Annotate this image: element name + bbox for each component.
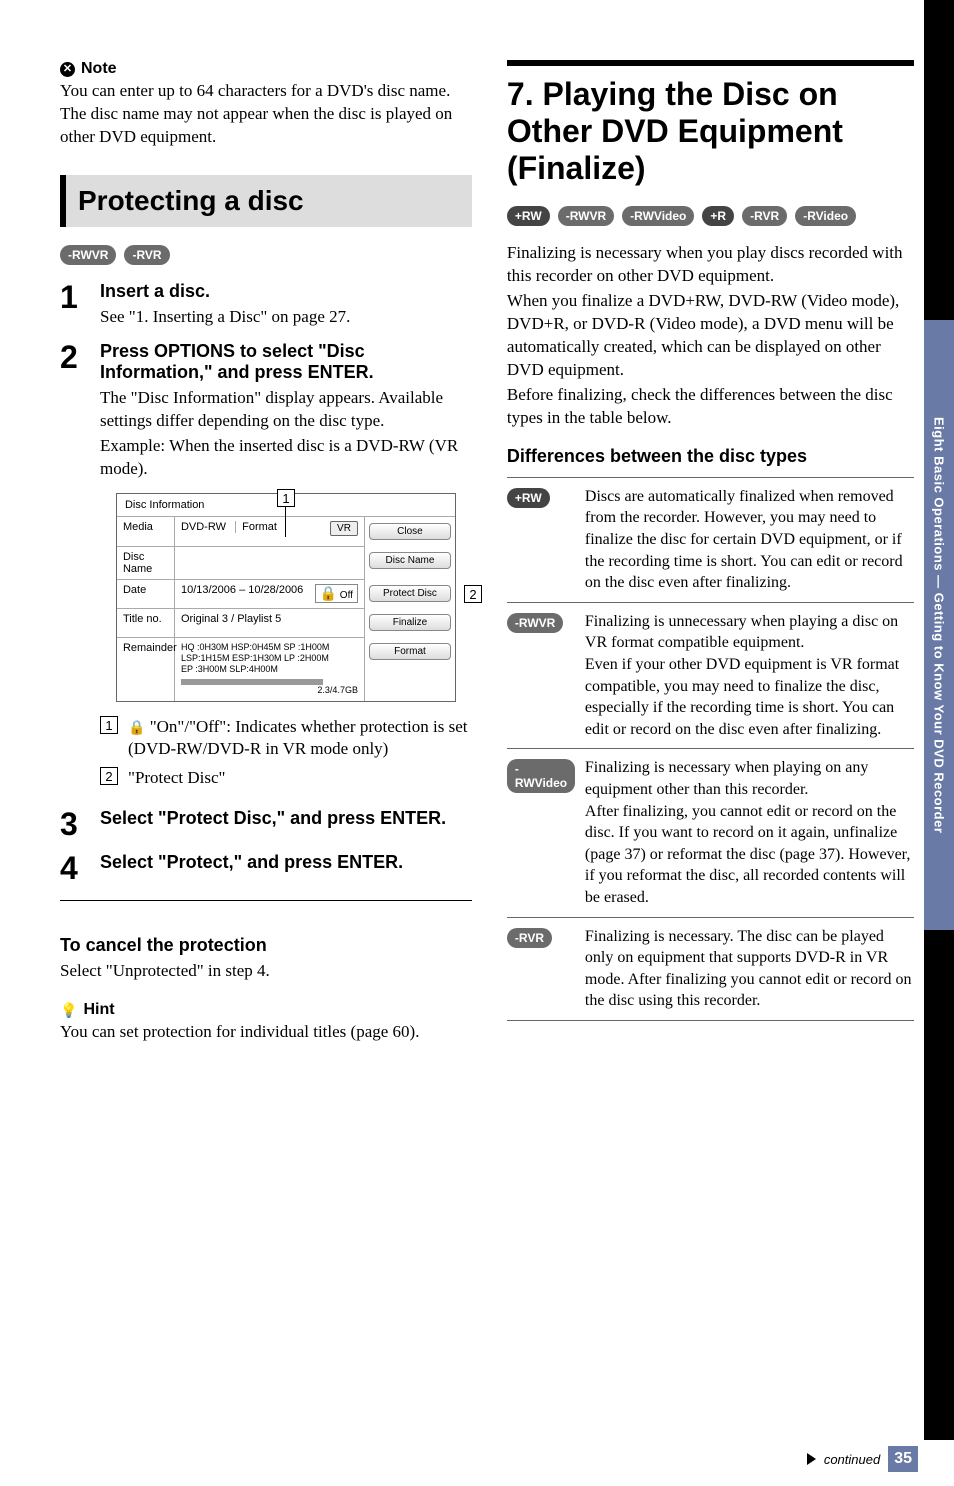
lock-icon: 🔒 (320, 585, 337, 602)
btn-discname[interactable]: Disc Name (369, 552, 451, 569)
btn-format[interactable]: Format (369, 643, 451, 660)
legend-2-text: "Protect Disc" (128, 767, 225, 790)
legend-1-box: 1 (100, 716, 118, 734)
right-para2: When you finalize a DVD+RW, DVD-RW (Vide… (507, 290, 914, 382)
di-date-label: Date (117, 579, 175, 608)
cancel-text: Select "Unprotected" in step 4. (60, 960, 472, 983)
diff-title: Differences between the disc types (507, 446, 914, 467)
step-1-title: Insert a disc. (100, 281, 472, 302)
continued-label: continued (824, 1452, 880, 1467)
di-discname-label: Disc Name (117, 546, 175, 579)
btn-protect[interactable]: Protect Disc (369, 585, 451, 602)
type-desc: Finalizing is unnecessary when playing a… (585, 611, 914, 741)
step-2-text1: The "Disc Information" display appears. … (100, 387, 472, 433)
badge-rvideo: -RVideo (795, 206, 856, 226)
legend-2-box: 2 (100, 767, 118, 785)
hint-text: You can set protection for individual ti… (60, 1021, 472, 1044)
btn-finalize[interactable]: Finalize (369, 614, 451, 631)
badge-rvr2: -RVR (742, 206, 787, 226)
type-desc: Discs are automatically finalized when r… (585, 486, 914, 594)
step-2-title: Press OPTIONS to select "Disc Informatio… (100, 341, 472, 383)
legend-1-text: 🔒 "On"/"Off": Indicates whether protecti… (128, 716, 472, 762)
di-title-val: Original 3 / Playlist 5 (175, 608, 365, 637)
hint-label: Hint (83, 1001, 114, 1019)
step-1-text: See "1. Inserting a Disc" on page 27. (100, 306, 472, 329)
step-4-num: 4 (60, 852, 86, 884)
callout-2: 2 (464, 585, 482, 603)
hint-icon: 💡 (60, 1002, 77, 1019)
arrow-icon (807, 1453, 816, 1465)
badge-rwvr2: -RWVR (558, 206, 614, 226)
step-1-num: 1 (60, 281, 86, 329)
step-3-num: 3 (60, 808, 86, 840)
type-desc: Finalizing is necessary when playing on … (585, 757, 914, 908)
type-row: +RW Discs are automatically finalized whe… (507, 477, 914, 603)
di-rem-label: Remainder (117, 637, 175, 701)
cancel-title: To cancel the protection (60, 935, 472, 956)
badges-left: -RWVR -RVR (60, 245, 472, 265)
note-icon: ✕ (60, 62, 75, 77)
di-media-label: Media (117, 517, 175, 546)
di-media-val: DVD-RW Format VR (175, 517, 365, 546)
right-para1: Finalizing is necessary when you play di… (507, 242, 914, 288)
type-row: -RWVideo Finalizing is necessary when pla… (507, 749, 914, 917)
section-protecting: Protecting a disc (60, 175, 472, 227)
di-date-val: 10/13/2006 – 10/28/2006 🔒 Off (175, 579, 365, 608)
step-4-title: Select "Protect," and press ENTER. (100, 852, 472, 873)
di-rem-val: HQ :0H30M HSP:0H45M SP :1H00M LSP:1H15M … (175, 637, 365, 701)
type-badge: -RWVR (507, 613, 563, 633)
type-row: -RVR Finalizing is necessary. The disc ca… (507, 918, 914, 1021)
type-row: -RWVR Finalizing is unnecessary when play… (507, 603, 914, 750)
divider (60, 900, 472, 901)
badge-rwvr: -RWVR (60, 245, 116, 265)
step-2-text2: Example: When the inserted disc is a DVD… (100, 435, 472, 481)
btn-close[interactable]: Close (369, 523, 451, 540)
badge-plusrw: +RW (507, 206, 550, 226)
type-badge: -RWVideo (507, 759, 575, 793)
di-title-label: Title no. (117, 608, 175, 637)
badges-right: +RW -RWVR -RWVideo +R -RVR -RVideo (507, 206, 914, 226)
step-3-title: Select "Protect Disc," and press ENTER. (100, 808, 472, 829)
type-badge: +RW (507, 488, 550, 508)
note-label: Note (81, 60, 117, 78)
page-number: 35 (888, 1446, 918, 1472)
disc-info-figure: 1 2 Disc Information Media DVD-RW Format (116, 493, 456, 702)
right-para3: Before finalizing, check the differences… (507, 384, 914, 430)
lock-icon-2: 🔒 (128, 720, 145, 739)
hint-heading: 💡 Hint (60, 1001, 472, 1019)
main-heading: 7. Playing the Disc on Other DVD Equipme… (507, 76, 914, 186)
footer: continued 35 (807, 1446, 918, 1472)
types-table: +RW Discs are automatically finalized whe… (507, 477, 914, 1021)
step-2-num: 2 (60, 341, 86, 797)
type-badge: -RVR (507, 928, 552, 948)
badge-plusr: +R (702, 206, 734, 226)
badge-rwvideo: -RWVideo (622, 206, 694, 226)
badge-rvr: -RVR (124, 245, 169, 265)
type-desc: Finalizing is necessary. The disc can be… (585, 926, 914, 1012)
note-heading: ✕ Note (60, 60, 472, 78)
note-text: You can enter up to 64 characters for a … (60, 80, 472, 149)
